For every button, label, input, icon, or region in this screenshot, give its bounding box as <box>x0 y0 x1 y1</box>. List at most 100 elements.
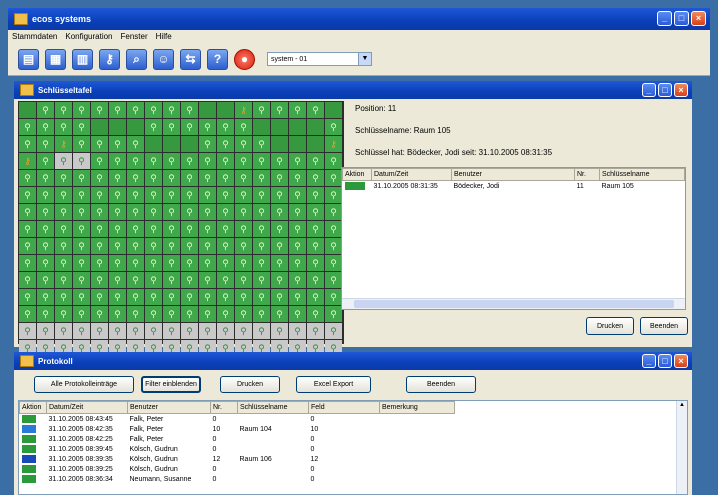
key-slot[interactable]: ⚲ <box>37 323 54 339</box>
system-select[interactable]: system - 01 ▼ <box>267 52 372 66</box>
key-slot[interactable]: ⚲ <box>127 170 144 186</box>
key-slot[interactable]: ⚲ <box>73 289 90 305</box>
key-slot[interactable]: ⚲ <box>55 204 72 220</box>
key-slot[interactable]: ⚲ <box>19 204 36 220</box>
key-slot[interactable]: ⚲ <box>253 272 270 288</box>
key-slot[interactable]: ⚲ <box>271 170 288 186</box>
col-benutzer[interactable]: Benutzer <box>451 168 575 181</box>
maximize-icon[interactable]: □ <box>658 83 672 97</box>
key-slot[interactable]: ⚲ <box>37 153 54 169</box>
key-slot[interactable]: ⚲ <box>145 323 162 339</box>
key-slot[interactable]: ⚲ <box>217 289 234 305</box>
key-slot[interactable]: ⚲ <box>271 221 288 237</box>
protocol-list[interactable]: Aktion Datum/Zeit Benutzer Nr. Schlüssel… <box>18 400 688 495</box>
key-slot[interactable]: ⚲ <box>91 221 108 237</box>
key-slot[interactable]: ⚲ <box>19 119 36 135</box>
col-schluesselname[interactable]: Schlüsselname <box>599 168 685 181</box>
key-slot[interactable]: ⚲ <box>19 272 36 288</box>
key-slot[interactable]: ⚲ <box>19 238 36 254</box>
key-slot[interactable]: ⚲ <box>127 204 144 220</box>
key-slot[interactable]: ⚲ <box>127 289 144 305</box>
key-slot[interactable]: ⚲ <box>253 255 270 271</box>
key-slot[interactable]: ⚲ <box>307 170 324 186</box>
key-slot[interactable]: ⚲ <box>91 153 108 169</box>
table-row[interactable]: 31.10.2005 08:36:34 Neumann, Susanne 0 0 <box>20 474 455 484</box>
key-slot[interactable]: ⚲ <box>325 170 342 186</box>
key-slot[interactable]: ⚲ <box>145 306 162 322</box>
key-slot[interactable]: ⚲ <box>289 102 306 118</box>
key-slot[interactable]: ⚲ <box>181 272 198 288</box>
key-slot[interactable] <box>163 136 180 152</box>
book-icon[interactable]: ▤ <box>18 48 39 70</box>
key-slot[interactable]: ⚲ <box>163 153 180 169</box>
key-slot[interactable]: ⚲ <box>307 238 324 254</box>
key-slot[interactable]: ⚲ <box>73 136 90 152</box>
key-slot[interactable]: ⚲ <box>19 306 36 322</box>
col-feld[interactable]: Feld <box>308 401 380 414</box>
col-schluesselname[interactable]: Schlüsselname <box>237 401 309 414</box>
key-slot[interactable] <box>289 136 306 152</box>
key-slot[interactable]: ⚲ <box>37 170 54 186</box>
key-slot[interactable]: ⚲ <box>235 170 252 186</box>
key-slot[interactable]: ⚲ <box>253 136 270 152</box>
menu-stammdaten[interactable]: Stammdaten <box>12 32 57 41</box>
key-slot[interactable]: ⚲ <box>91 102 108 118</box>
key-slot[interactable]: ⚲ <box>217 255 234 271</box>
key-slot[interactable]: ⚲ <box>199 119 216 135</box>
key-slot[interactable]: ⚲ <box>109 221 126 237</box>
key-slot[interactable] <box>271 136 288 152</box>
key-slot[interactable]: ⚲ <box>253 323 270 339</box>
key-slot[interactable]: ⚲ <box>55 119 72 135</box>
key-slot[interactable]: ⚲ <box>91 170 108 186</box>
key-slot[interactable]: ⚷ <box>19 153 36 169</box>
key-slot[interactable]: ⚲ <box>109 102 126 118</box>
key-slot[interactable] <box>109 119 126 135</box>
key-slot[interactable]: ⚲ <box>91 238 108 254</box>
key-slot[interactable]: ⚲ <box>289 221 306 237</box>
key-slot[interactable]: ⚲ <box>73 221 90 237</box>
key-slot[interactable]: ⚲ <box>73 238 90 254</box>
key-slot[interactable]: ⚲ <box>217 272 234 288</box>
key-slot[interactable]: ⚲ <box>127 238 144 254</box>
key-slot[interactable]: ⚲ <box>325 323 342 339</box>
key-slot[interactable]: ⚲ <box>37 306 54 322</box>
key-slot[interactable]: ⚲ <box>163 306 180 322</box>
key-slot[interactable]: ⚲ <box>271 102 288 118</box>
key-slot[interactable]: ⚲ <box>163 187 180 203</box>
excel-export-button[interactable]: Excel Export <box>296 376 371 393</box>
key-slot[interactable]: ⚲ <box>73 306 90 322</box>
key-slot[interactable]: ⚲ <box>217 136 234 152</box>
key-slot[interactable]: ⚲ <box>73 187 90 203</box>
key-slot[interactable]: ⚲ <box>127 136 144 152</box>
key-slot[interactable]: ⚲ <box>55 221 72 237</box>
key-slot[interactable]: ⚲ <box>163 221 180 237</box>
key-slot[interactable] <box>91 119 108 135</box>
key-slot[interactable]: ⚲ <box>307 272 324 288</box>
key-slot[interactable]: ⚲ <box>91 187 108 203</box>
stop-icon[interactable]: ● <box>234 48 255 70</box>
key-slot[interactable]: ⚲ <box>325 221 342 237</box>
menu-fenster[interactable]: Fenster <box>121 32 148 41</box>
key-slot[interactable]: ⚲ <box>109 170 126 186</box>
table-row[interactable]: 31.10.2005 08:39:45 Kölsch, Gudrun 0 0 <box>20 444 455 454</box>
key-slot[interactable]: ⚲ <box>37 289 54 305</box>
key-slot[interactable]: ⚲ <box>37 119 54 135</box>
key-slot[interactable]: ⚲ <box>145 204 162 220</box>
key-slot[interactable]: ⚲ <box>289 187 306 203</box>
key-slot[interactable]: ⚲ <box>271 238 288 254</box>
key-slot[interactable]: ⚲ <box>19 255 36 271</box>
key-slot[interactable]: ⚲ <box>55 238 72 254</box>
key-slot[interactable]: ⚲ <box>91 323 108 339</box>
key-slot[interactable]: ⚲ <box>37 204 54 220</box>
key-slot[interactable]: ⚷ <box>235 102 252 118</box>
key-slot[interactable]: ⚲ <box>307 221 324 237</box>
key-slot[interactable]: ⚲ <box>109 272 126 288</box>
key-slot[interactable]: ⚲ <box>289 323 306 339</box>
search-icon[interactable]: ⌕ <box>126 48 147 70</box>
key-slot[interactable]: ⚲ <box>271 306 288 322</box>
key-slot[interactable]: ⚲ <box>55 255 72 271</box>
key-slot[interactable]: ⚲ <box>55 170 72 186</box>
key-slot[interactable]: ⚲ <box>235 221 252 237</box>
filter-button[interactable]: Filter einblenden <box>141 376 201 393</box>
minimize-icon[interactable]: _ <box>642 354 656 368</box>
